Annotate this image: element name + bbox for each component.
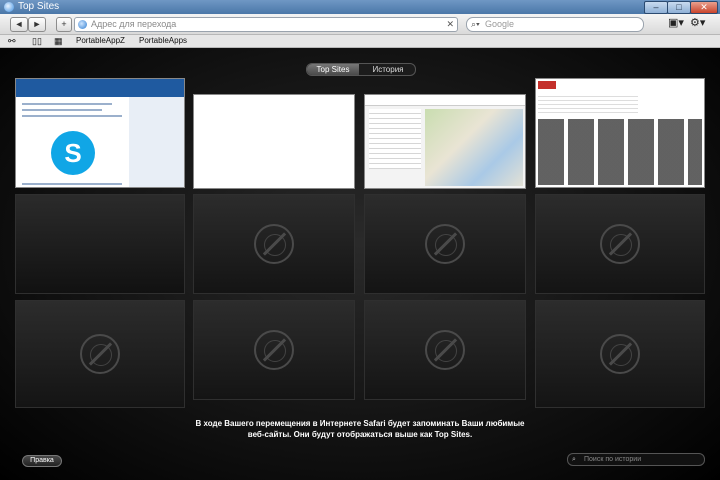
- map-area: [425, 109, 523, 186]
- text-line: [22, 109, 102, 111]
- message-line-2: веб-сайты. Они будут отображаться выше к…: [247, 430, 473, 439]
- top-sites-view: Top Sites История S В ходе Вашего переме…: [0, 48, 720, 480]
- thumbnail-header: [16, 79, 184, 97]
- title-bar: Top Sites – □ ✕: [0, 0, 720, 14]
- maximize-button[interactable]: □: [667, 1, 691, 14]
- safari-compass-icon: [600, 224, 640, 264]
- view-segmented-control: Top Sites История: [306, 63, 416, 76]
- skype-site-thumbnail[interactable]: [15, 78, 185, 188]
- safari-compass-icon: [425, 224, 465, 264]
- bookmark-portableapps[interactable]: PortableApps: [139, 35, 187, 47]
- empty-site-slot[interactable]: [15, 300, 185, 408]
- address-bar[interactable]: Адрес для перехода ✕: [74, 17, 458, 32]
- address-placeholder: Адрес для перехода: [91, 19, 177, 29]
- skype-thumbnail-reflection: [15, 194, 185, 294]
- globe-icon: [78, 20, 87, 29]
- safari-icon: [4, 2, 14, 12]
- safari-compass-icon: [425, 330, 465, 370]
- safari-compass-icon: [600, 334, 640, 374]
- safari-compass-icon: [254, 330, 294, 370]
- settings-menu-icon[interactable]: ⚙▾: [690, 17, 705, 30]
- browser-window: Top Sites – □ ✕ ◄ ► + Адрес для перехода…: [0, 0, 720, 480]
- tab-top-sites[interactable]: Top Sites: [307, 64, 359, 75]
- youtube-thumbnail[interactable]: [535, 78, 705, 188]
- top-sites-message: В ходе Вашего перемещения в Интернете Sa…: [150, 418, 570, 440]
- search-icon: ⌕: [572, 456, 576, 463]
- youtube-logo: [538, 81, 556, 89]
- history-search-field[interactable]: ⌕ Поиск по истории: [567, 453, 705, 466]
- forward-button[interactable]: ►: [28, 17, 46, 32]
- book-icon[interactable]: ▯▯: [32, 35, 42, 47]
- google-maps-thumbnail[interactable]: [364, 94, 526, 189]
- grid-icon[interactable]: ▦: [54, 35, 63, 47]
- tab-history[interactable]: История: [361, 64, 415, 75]
- search-icon: ⌕▾: [471, 19, 480, 29]
- thumbnail-header: [365, 95, 525, 106]
- minimize-button[interactable]: –: [644, 1, 668, 14]
- map-sidebar: [369, 109, 421, 169]
- page-menu-icon[interactable]: ▣▾: [668, 17, 684, 30]
- empty-site-slot[interactable]: [193, 194, 355, 294]
- safari-compass-icon: [254, 224, 294, 264]
- navigation-toolbar: ◄ ► + Адрес для перехода ✕ ⌕▾ Google ▣▾ …: [0, 14, 720, 35]
- empty-site-slot[interactable]: [535, 194, 705, 294]
- empty-site-slot[interactable]: [364, 194, 526, 294]
- glasses-icon[interactable]: ⚯: [8, 35, 16, 47]
- message-line-1: В ходе Вашего перемещения в Интернете Sa…: [195, 419, 525, 428]
- youtube-banner: [538, 93, 638, 113]
- text-line: [22, 115, 122, 117]
- video-grid: [538, 119, 702, 185]
- history-search-placeholder: Поиск по истории: [584, 456, 642, 463]
- search-field[interactable]: ⌕▾ Google: [466, 17, 644, 32]
- back-button[interactable]: ◄: [10, 17, 28, 32]
- skype-logo: [51, 131, 95, 175]
- text-line: [22, 183, 122, 185]
- search-placeholder: Google: [485, 19, 515, 29]
- close-button[interactable]: ✕: [690, 1, 718, 14]
- empty-site-slot[interactable]: [535, 300, 705, 408]
- blank-page-thumbnail[interactable]: [193, 94, 355, 189]
- empty-site-slot[interactable]: [364, 300, 526, 400]
- thumbnail-sidebar: [129, 97, 184, 187]
- add-bookmark-button[interactable]: +: [56, 17, 72, 32]
- bookmarks-bar: ⚯ ▯▯ ▦ PortableAppZ PortableApps: [0, 35, 720, 48]
- bookmark-portableappz[interactable]: PortableAppZ: [76, 35, 125, 47]
- text-line: [22, 103, 112, 105]
- window-title: Top Sites: [18, 1, 60, 12]
- safari-compass-icon: [80, 334, 120, 374]
- edit-button[interactable]: Правка: [22, 455, 62, 467]
- clear-address-icon[interactable]: ✕: [446, 18, 454, 31]
- empty-site-slot[interactable]: [193, 300, 355, 400]
